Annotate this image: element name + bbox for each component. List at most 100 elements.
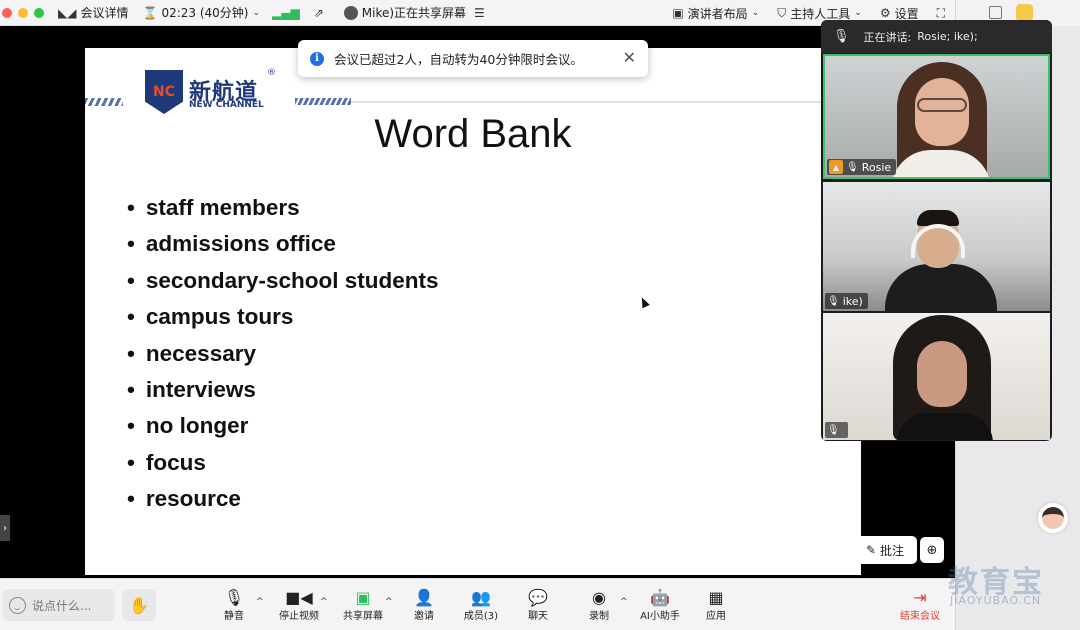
participant-name-tag: 🎙 ike) (825, 293, 868, 309)
chevron-up-icon[interactable]: ^ (320, 597, 328, 607)
end-meeting-label: 结束会议 (900, 611, 940, 622)
meeting-timer[interactable]: ⌛ 02:23 (40分钟) ⌄ (142, 4, 260, 21)
microphone-icon: 🎙 (846, 161, 859, 173)
minimize-window-button[interactable] (18, 7, 28, 18)
meeting-toolbar: 说点什么... ✋ 🎙 静音 ^ ■◀ 停止视频 ^ ▣ 共享屏幕 ^ 👤 邀请… (0, 578, 955, 630)
camera-icon: ■◀ (285, 587, 313, 607)
emoji-icon[interactable] (9, 596, 26, 614)
network-signal-indicator[interactable]: ▂▄▆ (272, 6, 300, 20)
gear-icon: ⚙ (879, 6, 891, 20)
meeting-window: ◣◢ 会议详情 ⌛ 02:23 (40分钟) ⌄ ▂▄▆ ⇗ Mike)正在共享… (0, 0, 1080, 630)
new-channel-logo: NC (145, 70, 183, 114)
speaker-layout-button[interactable]: ▣ 演讲者布局 ⌄ (672, 5, 759, 22)
exit-icon: ⇥ (913, 587, 927, 607)
slide-title: Word Bank (374, 112, 572, 156)
sharer-avatar (343, 5, 358, 20)
registered-mark: ® (267, 68, 276, 78)
members-label: 成员(3) (463, 611, 499, 622)
speaking-names: Rosie; ike); (917, 30, 978, 43)
chevron-up-icon[interactable]: ^ (385, 597, 393, 607)
word-bank-list: staff members admissions office secondar… (127, 190, 439, 518)
apps-label: 应用 (706, 611, 726, 622)
list-item: admissions office (127, 226, 438, 262)
speaking-indicator: 🎙 正在讲话: Rosie; ike); (821, 20, 1052, 53)
shared-slide: NC 新航道 NEW CHANNEL ® Word Bank staff mem… (85, 48, 861, 575)
time-limit-notification: i 会议已超过2人，自动转为40分钟限时会议。 ✕ (298, 40, 648, 77)
annotate-button[interactable]: ✎ 批注 (853, 536, 917, 564)
video-tile-mike[interactable]: 🎙 ike) (823, 182, 1050, 311)
raise-hand-button[interactable]: ✋ (122, 589, 156, 621)
floating-avatar[interactable] (1036, 501, 1070, 535)
maximize-window-button[interactable] (34, 7, 44, 18)
participant-shirt (885, 264, 997, 311)
record-label: 录制 (589, 611, 609, 622)
pen-icon: ✎ (865, 543, 877, 557)
participant-face (917, 341, 967, 407)
mute-label: 静音 (224, 611, 244, 622)
fullscreen-icon: ⛶ (936, 5, 945, 20)
participant-face (915, 78, 969, 146)
chat-button[interactable]: 💬 聊天 (510, 587, 566, 623)
video-tile-rosie[interactable]: ▲ 🎙 Rosie (823, 54, 1050, 179)
meeting-details-label: 会议详情 (80, 6, 129, 20)
sidebar-toggle-icon[interactable] (989, 6, 1002, 19)
microphone-icon: 🎙 (223, 587, 245, 607)
extension-icon[interactable] (1016, 4, 1033, 21)
mute-button[interactable]: 🎙 静音 (206, 587, 262, 623)
stop-video-label: 停止视频 (279, 611, 319, 622)
microphone-icon: 🎙 (833, 29, 850, 44)
layout-icon: ▣ (672, 6, 684, 20)
share-screen-icon: ▣ (355, 587, 371, 607)
quick-chat-input[interactable]: 说点什么... (3, 589, 115, 621)
annotate-label: 批注 (880, 543, 905, 558)
meeting-details-button[interactable]: ◣◢ 会议详情 (58, 4, 128, 21)
pop-out-button[interactable]: ⇗ (314, 6, 324, 20)
close-icon[interactable]: ✕ (623, 48, 636, 67)
hourglass-icon: ⌛ (142, 5, 158, 20)
record-icon: ◉ (592, 587, 606, 607)
external-link-icon: ⇗ (313, 5, 324, 20)
list-item: resource (127, 481, 438, 517)
list-item: focus (127, 445, 438, 481)
settings-button[interactable]: ⚙ 设置 (880, 5, 919, 22)
menu-lines-icon: ☰ (474, 5, 485, 20)
signal-bars-icon: ▂▄▆ (272, 5, 300, 20)
decorative-stripe (85, 98, 123, 106)
video-panel: 🎙 正在讲话: Rosie; ike); ▲ 🎙 Rosie 🎙 ike) 🎙 (821, 20, 1052, 441)
timer-label: 02:23 (40分钟) (161, 6, 249, 20)
info-icon: i (310, 51, 324, 66)
chevron-up-icon[interactable]: ^ (256, 597, 264, 607)
list-item: necessary (127, 336, 438, 372)
watermark-url: JIAOYUBAO.CN (950, 594, 1042, 607)
speaking-label: 正在讲话: (863, 30, 912, 44)
host-tools-button[interactable]: ⛉ 主持人工具 ⌄ (777, 5, 862, 22)
video-tile-participant-3[interactable]: 🎙 (823, 313, 1050, 440)
avatar (1042, 507, 1064, 529)
microphone-icon: 🎙 (827, 295, 840, 307)
chevron-up-icon[interactable]: ^ (620, 597, 628, 607)
fullscreen-button[interactable]: ⛶ (937, 6, 945, 21)
zoom-in-icon: ⊕ (926, 542, 938, 558)
list-item: no longer (127, 408, 438, 444)
host-badge-icon: ▲ (829, 160, 843, 174)
ai-assistant-label: AI小助手 (640, 611, 680, 622)
sharing-status[interactable]: Mike)正在共享屏幕 ☰ (343, 4, 485, 21)
apps-button[interactable]: ▦ 应用 (688, 587, 744, 623)
record-button[interactable]: ◉ 录制 (571, 587, 627, 623)
glasses (917, 98, 967, 112)
apps-grid-icon: ▦ (708, 587, 724, 607)
participant-name: Rosie (861, 160, 892, 174)
close-window-button[interactable] (2, 7, 12, 18)
collapse-arrow-icon[interactable]: › (0, 515, 10, 541)
stop-video-button[interactable]: ■◀ 停止视频 (271, 587, 327, 623)
end-meeting-button[interactable]: ⇥ 结束会议 (892, 587, 948, 623)
members-button[interactable]: 👥 成员(3) (453, 587, 509, 623)
speaker-layout-label: 演讲者布局 (687, 6, 748, 21)
zoom-button[interactable]: ⊕ (920, 537, 944, 563)
invite-button[interactable]: 👤 邀请 (396, 587, 452, 623)
chat-placeholder: 说点什么... (32, 598, 92, 613)
share-screen-label: 共享屏幕 (343, 611, 383, 622)
share-screen-button[interactable]: ▣ 共享屏幕 (335, 587, 391, 623)
ai-assistant-button[interactable]: 🤖 AI小助手 (632, 587, 688, 623)
shield-icon: ⛉ (777, 5, 787, 20)
